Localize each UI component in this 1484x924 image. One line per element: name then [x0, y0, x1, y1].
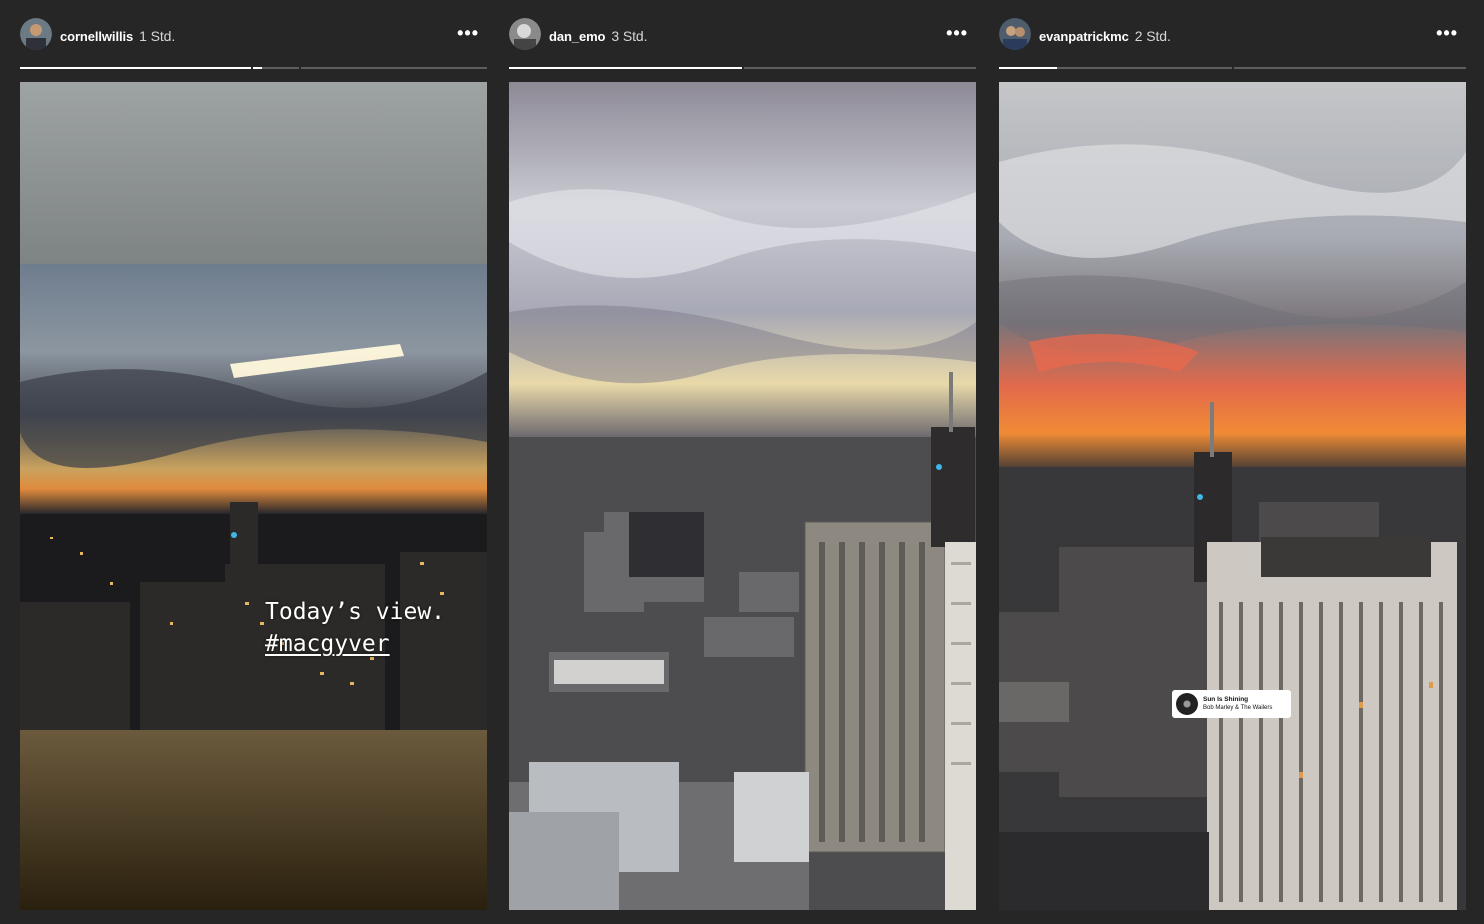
more-options-icon[interactable]: ••• — [1436, 24, 1458, 42]
story-card-evanpatrickmc[interactable]: evanpatrickmc 2 Std. ••• — [999, 0, 1466, 924]
song-title: Sun Is Shining — [1203, 696, 1249, 703]
story-image[interactable] — [999, 82, 1466, 910]
story-header: dan_emo 3 Std. ••• — [509, 18, 976, 52]
more-options-icon[interactable]: ••• — [946, 24, 968, 42]
progress-segment — [20, 67, 251, 69]
story-image[interactable] — [509, 82, 976, 910]
progress-segment — [999, 67, 1232, 69]
progress-segment — [1233, 67, 1466, 69]
progress-segment — [509, 67, 742, 69]
timestamp: 3 Std. — [611, 28, 648, 44]
username[interactable]: cornellwillis 1 Std. — [60, 28, 175, 44]
progress-bar — [509, 67, 976, 69]
timestamp: 2 Std. — [1134, 28, 1171, 44]
music-sticker[interactable]: Sun Is Shining Bob Marley & The Wailers — [1172, 690, 1291, 718]
username[interactable]: dan_emo 3 Std. — [549, 28, 647, 44]
song-artist: Bob Marley & The Wailers — [1203, 705, 1273, 711]
progress-bar — [20, 67, 487, 69]
story-header: evanpatrickmc 2 Std. ••• — [999, 18, 1466, 52]
progress-segment — [743, 67, 976, 69]
username[interactable]: evanpatrickmc 2 Std. — [1039, 28, 1171, 44]
progress-segment — [253, 67, 299, 69]
story-card-cornellwillis[interactable]: cornellwillis 1 Std. ••• Today’s view. #… — [20, 0, 487, 924]
story-image[interactable] — [20, 82, 487, 910]
story-caption: Today’s view. #macgyver — [265, 596, 445, 660]
progress-bar — [999, 67, 1466, 69]
story-card-dan_emo[interactable]: dan_emo 3 Std. ••• — [509, 0, 976, 924]
album-art-icon — [1176, 693, 1198, 715]
timestamp: 1 Std. — [139, 28, 176, 44]
avatar[interactable] — [20, 18, 52, 50]
hashtag-link[interactable]: #macgyver — [265, 628, 445, 660]
progress-segment — [301, 67, 487, 69]
story-header: cornellwillis 1 Std. ••• — [20, 18, 487, 52]
avatar[interactable] — [999, 18, 1031, 50]
more-options-icon[interactable]: ••• — [457, 24, 479, 42]
avatar[interactable] — [509, 18, 541, 50]
